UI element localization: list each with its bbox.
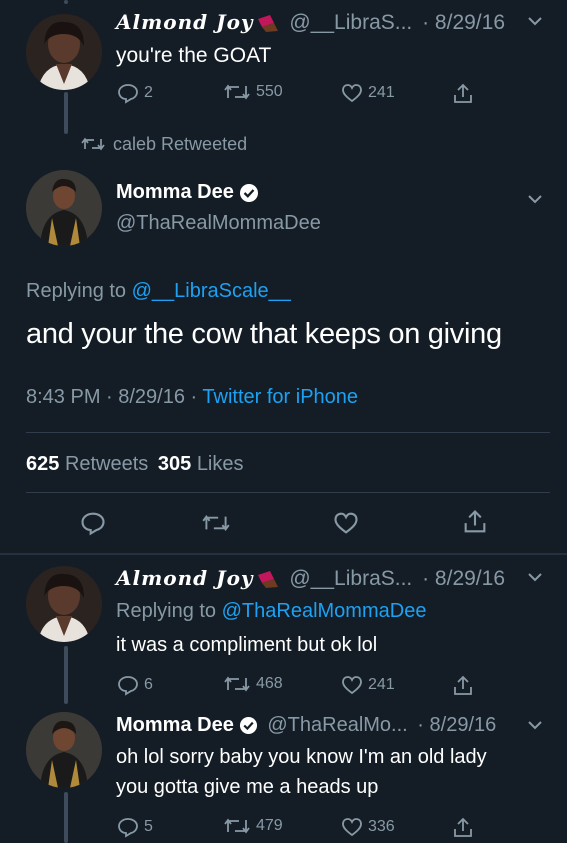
thread-line-top xyxy=(64,0,68,4)
thread-line xyxy=(64,646,68,704)
main-source-link[interactable]: Twitter for iPhone xyxy=(202,386,358,408)
reply-icon[interactable] xyxy=(79,510,107,536)
retweet-icon xyxy=(224,84,250,100)
heart-icon xyxy=(342,676,362,695)
tweet4-text-line2: you gotta give me a heads up xyxy=(116,776,379,798)
heart-icon xyxy=(342,818,362,837)
avatar-momma-dee[interactable] xyxy=(26,170,102,246)
main-display-name-row: Momma Dee xyxy=(116,181,259,204)
tweet1-reply-button[interactable]: 2 xyxy=(116,82,153,104)
main-replying-handle-link[interactable]: @__LibraScale__ xyxy=(132,280,291,302)
tweet1-handle[interactable]: @__LibraS... xyxy=(289,11,412,34)
tweet3-replying-prefix: Replying to xyxy=(116,600,222,622)
tweet4-date[interactable]: · 8/29/16 xyxy=(417,714,496,736)
main-engagement-stats: 625 Retweets 305 Likes xyxy=(26,453,244,476)
retweet-icon[interactable] xyxy=(200,512,232,534)
reply-icon xyxy=(118,676,138,696)
main-retweet-label[interactable]: Retweets xyxy=(65,453,148,475)
main-retweet-count[interactable]: 625 xyxy=(26,453,59,475)
divider xyxy=(26,492,550,493)
tweet4-reply-button[interactable]: 5 xyxy=(116,816,153,838)
tweet1-retweet-button[interactable]: 550 xyxy=(222,82,283,102)
retweet-icon xyxy=(224,676,250,692)
main-replying-to: Replying to @__LibraScale__ xyxy=(26,280,291,303)
main-like-count[interactable]: 305 xyxy=(158,453,191,475)
tweet4-display-name[interactable]: Momma Dee xyxy=(116,714,234,736)
tweet4-retweet-count: 479 xyxy=(256,817,283,834)
tweet3-retweet-count: 468 xyxy=(256,675,283,692)
tweet4-like-button[interactable]: 336 xyxy=(340,816,395,838)
tweet4-like-count: 336 xyxy=(368,818,395,835)
divider xyxy=(26,432,550,433)
thread-line xyxy=(64,92,68,134)
chocolate-emoji-icon xyxy=(257,15,278,33)
tweet4-reply-count: 5 xyxy=(144,818,153,835)
avatar-almond-joy[interactable] xyxy=(26,14,102,90)
retweet-context[interactable]: caleb Retweeted xyxy=(80,134,247,155)
chevron-down-icon[interactable] xyxy=(526,14,544,28)
retweet-context-label: caleb Retweeted xyxy=(113,134,248,154)
share-icon[interactable] xyxy=(452,816,474,840)
avatar-momma-dee[interactable] xyxy=(26,712,102,788)
main-tweet-text: and your the cow that keeps on giving xyxy=(26,318,502,350)
share-icon[interactable] xyxy=(452,82,474,106)
tweet1-display-name[interactable]: Almond Joy xyxy=(116,10,254,34)
heart-icon[interactable] xyxy=(332,510,360,536)
section-divider xyxy=(0,553,567,555)
reply-icon xyxy=(118,84,138,104)
tweet4-header: Momma Dee @ThaRealMo... · 8/29/16 xyxy=(116,714,496,737)
share-icon[interactable] xyxy=(452,674,474,698)
tweet3-replying-to: Replying to @ThaRealMommaDee xyxy=(116,600,426,623)
tweet4-text-line1: oh lol sorry baby you know I'm an old la… xyxy=(116,746,487,768)
main-replying-prefix: Replying to xyxy=(26,280,132,302)
thread-line xyxy=(64,792,68,843)
tweet1-date[interactable]: · 8/29/16 xyxy=(422,11,505,34)
chevron-down-icon[interactable] xyxy=(526,570,544,584)
share-icon[interactable] xyxy=(462,508,488,536)
tweet1-like-button[interactable]: 241 xyxy=(340,82,395,104)
retweet-icon xyxy=(81,137,105,151)
main-timestamp: 8:43 PM · 8/29/16 · Twitter for iPhone xyxy=(26,386,358,409)
main-display-name[interactable]: Momma Dee xyxy=(116,181,234,203)
tweet3-display-name[interactable]: Almond Joy xyxy=(116,566,254,590)
tweet3-like-button[interactable]: 241 xyxy=(340,674,395,696)
tweet1-reply-count: 2 xyxy=(144,84,153,101)
tweet1-text: you're the GOAT xyxy=(116,44,272,67)
tweet3-reply-button[interactable]: 6 xyxy=(116,674,153,696)
chevron-down-icon[interactable] xyxy=(526,718,544,732)
tweet3-date[interactable]: · 8/29/16 xyxy=(422,567,505,590)
tweet1-retweet-count: 550 xyxy=(256,83,283,100)
tweet3-replying-handle-link[interactable]: @ThaRealMommaDee xyxy=(222,600,427,622)
main-like-label[interactable]: Likes xyxy=(197,453,244,475)
heart-icon xyxy=(342,84,362,103)
reply-icon xyxy=(118,818,138,838)
tweet3-handle[interactable]: @__LibraS... xyxy=(289,567,412,590)
tweet3-retweet-button[interactable]: 468 xyxy=(222,674,283,694)
verified-badge-icon xyxy=(239,717,257,735)
chocolate-emoji-icon xyxy=(257,571,278,589)
main-time-date: 8:43 PM · 8/29/16 · xyxy=(26,386,203,408)
retweet-icon xyxy=(224,818,250,834)
tweet4-retweet-button[interactable]: 479 xyxy=(222,816,283,836)
tweet1-like-count: 241 xyxy=(368,84,395,101)
avatar-almond-joy[interactable] xyxy=(26,566,102,642)
tweet4-handle[interactable]: @ThaRealMo... xyxy=(267,714,407,736)
tweet3-like-count: 241 xyxy=(368,676,395,693)
tweet3-text: it was a compliment but ok lol xyxy=(116,634,378,656)
main-handle[interactable]: @ThaRealMommaDee xyxy=(116,212,321,235)
chevron-down-icon[interactable] xyxy=(526,192,544,206)
verified-badge-icon xyxy=(239,183,258,202)
tweet1-header: Almond Joy @__LibraS... · 8/29/16 xyxy=(116,10,505,35)
tweet3-header: Almond Joy @__LibraS... · 8/29/16 xyxy=(116,566,505,591)
tweet3-reply-count: 6 xyxy=(144,676,153,693)
